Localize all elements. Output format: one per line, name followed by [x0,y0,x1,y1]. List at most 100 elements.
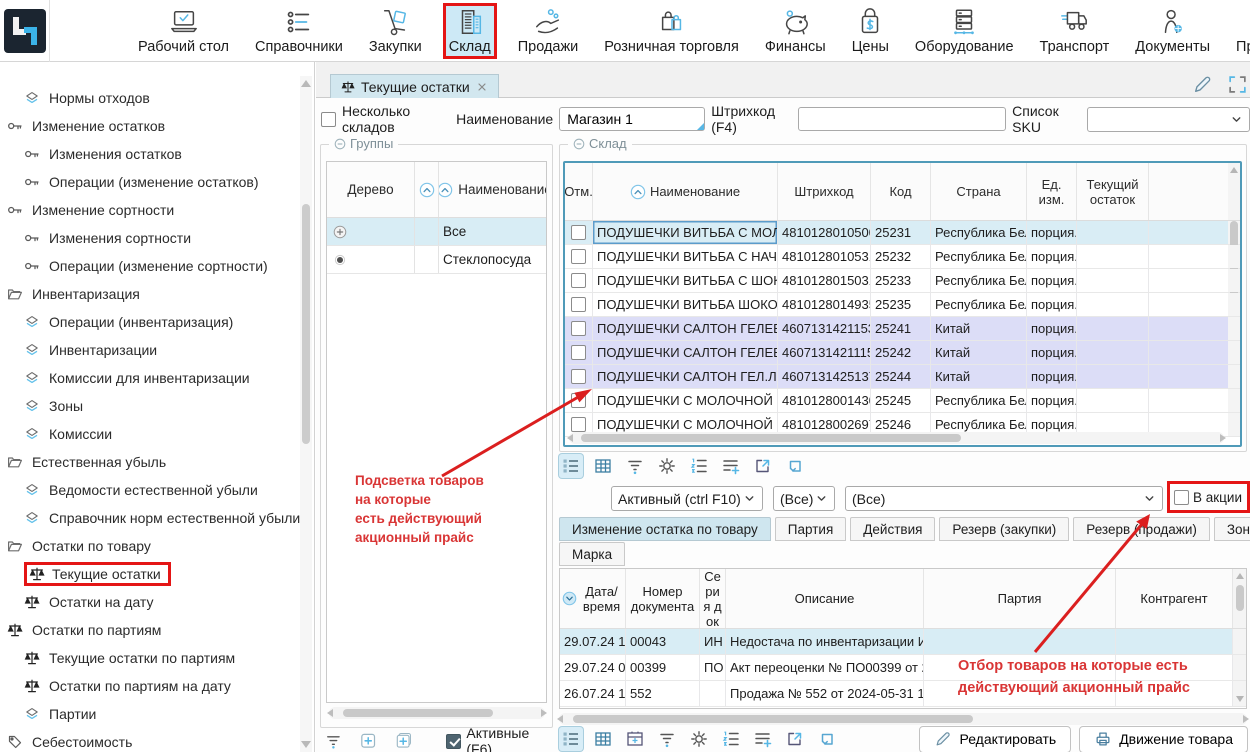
sidebar-item-stock-on-date[interactable]: Остатки на дату [0,588,296,616]
column-header-unit[interactable]: Ед. изм. [1027,163,1077,220]
row-checkbox[interactable] [571,393,586,408]
column-header-code[interactable]: Код [871,163,931,220]
scroll-up-icon[interactable] [301,80,311,87]
collapse-minus-icon[interactable] [334,138,346,150]
tab-current-stock[interactable]: Текущие остатки [330,74,499,98]
row-checkbox[interactable] [571,273,586,288]
tab-actions[interactable]: Действия [850,517,935,541]
scroll-right-icon[interactable] [1220,434,1226,442]
nav-item-catalogs[interactable]: Справочники [250,4,348,58]
history-row[interactable]: 29.07.24 03:0000399ПОАкт переоценки № ПО… [560,655,1246,681]
expand-plus-icon[interactable] [332,224,348,240]
nav-item-finance[interactable]: Финансы [760,4,831,58]
nav-item-purchases[interactable]: Закупки [364,4,427,58]
add-multiple-icon[interactable] [394,731,413,751]
row-checkbox[interactable] [571,297,586,312]
scroll-right-icon[interactable] [1243,715,1249,723]
open-external-button[interactable] [783,727,807,751]
history-row[interactable]: 29.07.24 15:2100043ИННедостача по инвент… [560,629,1246,655]
add-list-button[interactable] [719,454,743,478]
nav-item-production[interactable]: Производство [1231,4,1250,58]
add-box-icon[interactable] [359,731,378,751]
stock-hscrollbar[interactable] [569,432,1224,444]
view-list-button[interactable] [559,454,583,478]
tab-mark[interactable]: Марка [559,542,625,566]
checkbox[interactable] [446,734,461,749]
sidebar-item-current-stock-batches[interactable]: Текущие остатки по партиям [0,644,296,672]
refresh-button[interactable] [815,727,839,751]
sort-asc-icon[interactable] [630,184,646,200]
open-external-button[interactable] [751,454,775,478]
nav-item-retail[interactable]: Розничная торговля [599,4,744,58]
scroll-left-icon[interactable] [327,709,333,717]
history-row[interactable]: 26.07.24 10:53552Продажа № 552 от 2024-0… [560,681,1246,707]
settings-button[interactable] [655,454,679,478]
sidebar-item-stock-by-batches[interactable]: Остатки по партиям [0,616,296,644]
sidebar-item-stock-change[interactable]: Изменение остатков [0,112,296,140]
edit-pencil-icon[interactable] [1192,74,1213,95]
scroll-left-icon[interactable] [567,434,573,442]
sidebar-item-current-stock[interactable]: Текущие остатки [0,560,296,588]
group-name[interactable]: Стеклопосуда [439,252,546,267]
column-header-description[interactable]: Описание [726,569,924,628]
calendar-button[interactable] [623,727,647,751]
collapse-minus-icon[interactable] [573,138,585,150]
scroll-down-icon[interactable] [1236,696,1244,702]
sort-asc-icon[interactable] [419,182,435,198]
scroll-down-icon[interactable] [301,741,311,748]
goods-movement-button[interactable]: Движение товара [1079,726,1248,752]
nav-item-warehouse[interactable]: Склад [443,3,497,59]
sidebar-item-inventory-commissions[interactable]: Комиссии для инвентаризации [0,364,296,392]
view-list-button[interactable] [559,727,583,751]
stock-row-promo[interactable]: ПОДУШЕЧКИ САЛТОН ГЕЛЕВЫЕ ПО4607131421153… [565,317,1240,341]
sidebar-item-stock-change-ops[interactable]: Операции (изменение остатков) [0,168,296,196]
group-name[interactable]: Все [439,224,546,239]
fullscreen-icon[interactable] [1227,74,1248,95]
edit-button[interactable]: Редактировать [919,726,1071,752]
nav-item-prices[interactable]: Цены [847,4,894,58]
sidebar-item-grade-change[interactable]: Изменение сортности [0,196,296,224]
sort-desc-icon[interactable] [562,591,577,606]
sidebar-item-batches[interactable]: Партии [0,700,296,728]
stock-row-promo[interactable]: ПОДУШЕЧКИ САЛТОН ГЕЛ.ЛЕДИ Д/460713142513… [565,365,1240,389]
tab-zones[interactable]: Зоны [1214,517,1250,541]
column-header-name[interactable]: Наименование [593,163,778,220]
stock-row-promo[interactable]: ПОДУШЕЧКИ САЛТОН ГЕЛЕВЫЕ ПО4607131421115… [565,341,1240,365]
column-header-tree[interactable]: Дерево [327,162,415,217]
filter-button[interactable] [655,727,679,751]
column-header-country[interactable]: Страна [931,163,1027,220]
scroll-right-icon[interactable] [541,709,547,717]
nav-item-documents[interactable]: Документы [1130,4,1215,58]
sidebar-item-grade-changes[interactable]: Изменения сортности [0,224,296,252]
sidebar-item-inventory[interactable]: Инвентаризация [0,280,296,308]
sidebar-item-cost-price[interactable]: Себестоимость [0,728,296,752]
scroll-up-icon[interactable] [1236,573,1244,579]
nav-item-equipment[interactable]: Оборудование [910,4,1019,58]
warehouse-name-input[interactable] [559,107,705,131]
row-checkbox[interactable] [571,225,586,240]
stock-vscrollbar[interactable] [1228,163,1240,220]
sku-list-select[interactable] [1087,107,1250,132]
row-checkbox[interactable] [571,249,586,264]
scrollbar-thumb[interactable] [581,434,961,442]
scroll-up-icon[interactable] [1230,167,1238,173]
column-header-batch[interactable]: Партия [924,569,1116,628]
sidebar-item-stock-changes[interactable]: Изменения остатков [0,140,296,168]
filter-select-2[interactable]: (Все) [845,486,1163,511]
numbered-list-button[interactable] [719,727,743,751]
view-grid-button[interactable] [591,727,615,751]
tab-reserve-purchase[interactable]: Резерв (закупки) [939,517,1069,541]
barcode-input[interactable] [798,107,1006,131]
group-row-all[interactable]: Все [327,218,546,246]
row-checkbox[interactable] [571,345,586,360]
column-header-series[interactable]: Серия док [700,569,726,628]
multi-warehouse-checkbox[interactable] [321,112,336,127]
tab-reserve-sales[interactable]: Резерв (продажи) [1073,517,1210,541]
sidebar-item-waste-norms[interactable]: Нормы отходов [0,84,296,112]
sidebar-item-zones[interactable]: Зоны [0,392,296,420]
sort-asc-icon[interactable] [439,182,453,198]
filter-select-1[interactable]: (Все) [773,486,835,511]
column-header-barcode[interactable]: Штрихкод [778,163,871,220]
tab-batch[interactable]: Партия [775,517,846,541]
column-header-mark[interactable]: Отм. [565,163,593,220]
